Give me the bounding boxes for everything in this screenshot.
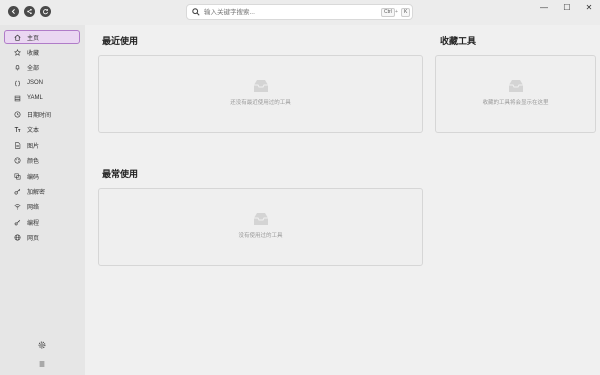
palette-icon xyxy=(14,157,21,164)
back-icon xyxy=(11,9,15,14)
frequent-empty-text: 没有使用过的工具 xyxy=(238,233,283,239)
recent-tools-card: 还没有最近使用过的工具 xyxy=(98,55,423,133)
close-button[interactable]: ✕ xyxy=(578,0,600,14)
favorite-tools-card: 收藏的工具将会显示在这里 xyxy=(435,55,596,133)
copy-icon xyxy=(14,173,21,180)
sidebar-item-encoding[interactable]: 编码 xyxy=(4,169,80,183)
favorites-section-title: 收藏工具 xyxy=(440,36,477,46)
bell-icon xyxy=(14,64,21,71)
sidebar-item-favorites[interactable]: 收藏 xyxy=(4,45,80,59)
sidebar-item-label: 文本 xyxy=(27,127,40,134)
shortcut-ctrl-key: Ctrl xyxy=(381,8,395,17)
sidebar-item-color[interactable]: 颜色 xyxy=(4,153,80,167)
share-icon xyxy=(27,8,32,15)
minimize-button[interactable]: — xyxy=(533,0,555,14)
search-icon xyxy=(192,8,200,16)
back-button[interactable] xyxy=(8,6,19,17)
sidebar-item-programming[interactable]: 编程 xyxy=(4,215,80,229)
image-icon xyxy=(14,141,21,149)
code-icon xyxy=(14,219,21,226)
empty-inbox-icon xyxy=(253,80,268,92)
sidebar-item-label: 网络 xyxy=(27,204,40,211)
sidebar-item-label: 图片 xyxy=(27,143,40,150)
sidebar-item-label: 全部 xyxy=(27,65,40,72)
sidebar-item-label: 日期时间 xyxy=(27,112,52,119)
search-box[interactable]: Ctrl + K xyxy=(186,4,413,20)
key-icon xyxy=(14,188,21,195)
sidebar-item-label: 网页 xyxy=(27,235,40,242)
sidebar-item-image[interactable]: 图片 xyxy=(4,138,80,152)
grid-icon xyxy=(14,95,21,102)
sidebar-item-label: 收藏 xyxy=(27,50,40,57)
globe-icon xyxy=(14,234,21,241)
title-bar: Ctrl + K — ☐ ✕ xyxy=(0,0,600,25)
recent-section-title: 最近使用 xyxy=(102,36,139,46)
empty-inbox-icon xyxy=(508,80,523,92)
search-input[interactable] xyxy=(204,6,364,18)
sidebar-item-label: 主页 xyxy=(27,35,40,42)
sidebar-item-label: 加解密 xyxy=(27,189,46,196)
sidebar-item-label: JSON xyxy=(27,80,44,86)
frequent-tools-card: 没有使用过的工具 xyxy=(98,188,423,266)
sidebar-item-text[interactable]: 文本 xyxy=(4,122,80,136)
recent-empty-text: 还没有最近使用过的工具 xyxy=(230,100,291,106)
sidebar-item-crypto[interactable]: 加解密 xyxy=(4,184,80,198)
shortcut-k-key: K xyxy=(401,8,411,17)
settings-icon[interactable] xyxy=(38,341,46,349)
sidebar-item-label: 颜色 xyxy=(27,158,40,165)
refresh-button[interactable] xyxy=(40,6,51,17)
maximize-button[interactable]: ☐ xyxy=(556,0,578,14)
sidebar-item-all[interactable]: 全部 xyxy=(4,60,80,74)
sidebar-item-home[interactable]: 主页 xyxy=(4,30,80,44)
star-icon xyxy=(14,48,21,56)
sidebar-item-network[interactable]: 网络 xyxy=(4,199,80,213)
sidebar-item-datetime[interactable]: 日期时间 xyxy=(4,107,80,121)
sidebar-item-yaml[interactable]: YAML xyxy=(4,91,80,105)
sidebar-item-label: 编码 xyxy=(27,174,40,181)
sidebar: 主页 收藏 全部 JSON YAML 日期时间 文本 图片 颜色 编码 加解密 xyxy=(0,25,85,375)
braces-icon xyxy=(14,80,21,87)
sidebar-item-label: 编程 xyxy=(27,220,40,227)
wifi-icon xyxy=(14,203,21,210)
sidebar-item-json[interactable]: JSON xyxy=(4,76,80,90)
frequent-section-title: 最常使用 xyxy=(102,169,139,179)
clock-icon xyxy=(14,111,21,118)
home-icon xyxy=(14,34,21,41)
sidebar-item-label: YAML xyxy=(27,95,43,101)
text-icon xyxy=(14,126,21,133)
shortcut-plus: + xyxy=(395,9,398,15)
share-button[interactable] xyxy=(24,6,35,17)
menu-icon[interactable] xyxy=(38,360,46,368)
favorites-empty-text: 收藏的工具将会显示在这里 xyxy=(482,100,549,106)
empty-inbox-icon xyxy=(253,213,268,225)
sidebar-item-web[interactable]: 网页 xyxy=(4,230,80,244)
refresh-icon xyxy=(43,9,49,15)
